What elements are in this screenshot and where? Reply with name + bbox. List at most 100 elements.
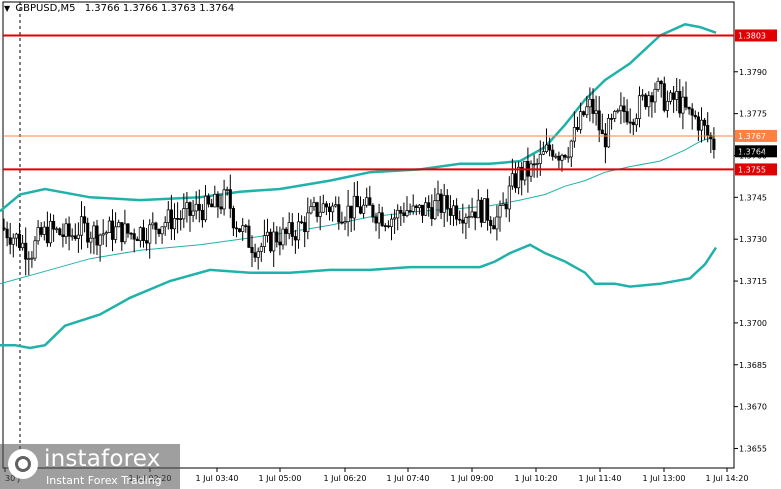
ohlc-values: 1.3766 1.3766 1.3763 1.3764 [84, 3, 235, 14]
candle-body [393, 217, 397, 220]
candle-body [687, 106, 691, 110]
candle-body [678, 91, 682, 114]
y-tick-label: 1.3655 [739, 444, 767, 453]
candle-body [548, 144, 552, 151]
candle-body [644, 94, 648, 108]
candle-body [151, 222, 155, 226]
candle-body [203, 195, 208, 221]
candle-body [371, 204, 375, 218]
candle-body [154, 222, 158, 230]
candle-body [207, 195, 211, 205]
candle-body [507, 185, 511, 210]
candle-body [424, 202, 428, 216]
candle-body [303, 222, 307, 233]
candle-body [696, 116, 700, 131]
candle-body [383, 225, 387, 227]
candle-body [315, 202, 319, 217]
candle-body [414, 205, 418, 208]
candle-body [117, 222, 121, 228]
candle-body [145, 240, 149, 244]
candle-body [579, 111, 583, 130]
candle-body [501, 203, 505, 206]
candle-body [284, 228, 288, 234]
candle-body [597, 110, 601, 131]
candle-body [98, 234, 102, 246]
candle-body [634, 118, 638, 126]
candle-body [228, 189, 232, 209]
y-tick-label: 1.3745 [739, 193, 767, 202]
candle-body [417, 204, 421, 209]
level-price-label: 1.3755 [738, 165, 766, 174]
candle-body [293, 236, 297, 241]
candle-body [340, 221, 344, 224]
candle-body [290, 222, 294, 237]
candle-body [551, 149, 555, 157]
chart-header: ▼ GBPUSD,M5 1.3766 1.3766 1.3763 1.3764 [4, 3, 234, 14]
candle-body [473, 211, 477, 219]
candle-body [52, 220, 56, 230]
candle-body [5, 228, 9, 239]
candle-body [541, 151, 545, 155]
candle-body [675, 91, 679, 100]
candle-body [402, 212, 406, 216]
candle-body [141, 227, 146, 241]
y-tick-label: 1.3775 [739, 110, 767, 119]
instaforex-logo: instaforex Instant Forex Trading [0, 444, 180, 489]
candle-body [36, 227, 40, 242]
candle-body [296, 221, 301, 241]
candle-body [92, 225, 96, 239]
x-tick-label: 1 Jul 07:40 [387, 474, 430, 483]
candle-body [396, 209, 400, 219]
candle-body [706, 125, 710, 136]
candle-body [585, 106, 589, 116]
candle-body [166, 209, 170, 223]
candle-body [2, 227, 6, 230]
candle-body [535, 163, 539, 165]
candle-body [532, 163, 536, 166]
y-tick-label: 1.3685 [739, 361, 767, 370]
x-tick-label: 1 Jul 10:20 [515, 474, 558, 483]
candle-body [172, 218, 177, 230]
candle-body [11, 237, 15, 245]
candle-body [135, 238, 139, 242]
candle-body [138, 227, 142, 242]
candle-body [513, 173, 518, 189]
candle-body [55, 228, 59, 231]
candle-body [70, 235, 74, 238]
candle-body [504, 203, 508, 210]
candle-body [622, 105, 626, 112]
candle-body [95, 225, 99, 246]
candle-body [216, 193, 220, 208]
collapse-triangle-icon[interactable]: ▼ [4, 4, 10, 13]
candle-body [101, 233, 105, 236]
candle-body [21, 242, 25, 249]
candle-body [337, 204, 341, 223]
candle-body [470, 211, 474, 218]
candle-body [647, 95, 651, 108]
candle-body [489, 219, 493, 226]
candle-body [306, 212, 310, 233]
candle-body [358, 206, 363, 214]
candle-body [200, 209, 204, 221]
price-chart[interactable]: 1.38031.37551.37671.3764 1.37901.37751.3… [0, 0, 781, 489]
candle-body [107, 220, 111, 233]
candle-body [411, 205, 415, 212]
candle-body [241, 225, 245, 232]
candle-body [169, 209, 173, 230]
candle-body [79, 216, 84, 236]
candle-body [365, 197, 369, 206]
candle-body [24, 242, 28, 260]
candle-body [625, 111, 629, 123]
candle-body [380, 212, 384, 227]
candle-body [321, 203, 325, 213]
candle-body [458, 218, 462, 221]
candle-body [73, 235, 77, 239]
x-tick-label: 1 Jul 11:40 [579, 474, 622, 483]
candle-body [616, 110, 620, 113]
candle-body [309, 206, 313, 214]
candle-body [182, 208, 186, 220]
candle-body [588, 98, 592, 108]
candle-body [300, 221, 304, 224]
candle-body [656, 80, 660, 90]
candle-body [427, 202, 431, 208]
